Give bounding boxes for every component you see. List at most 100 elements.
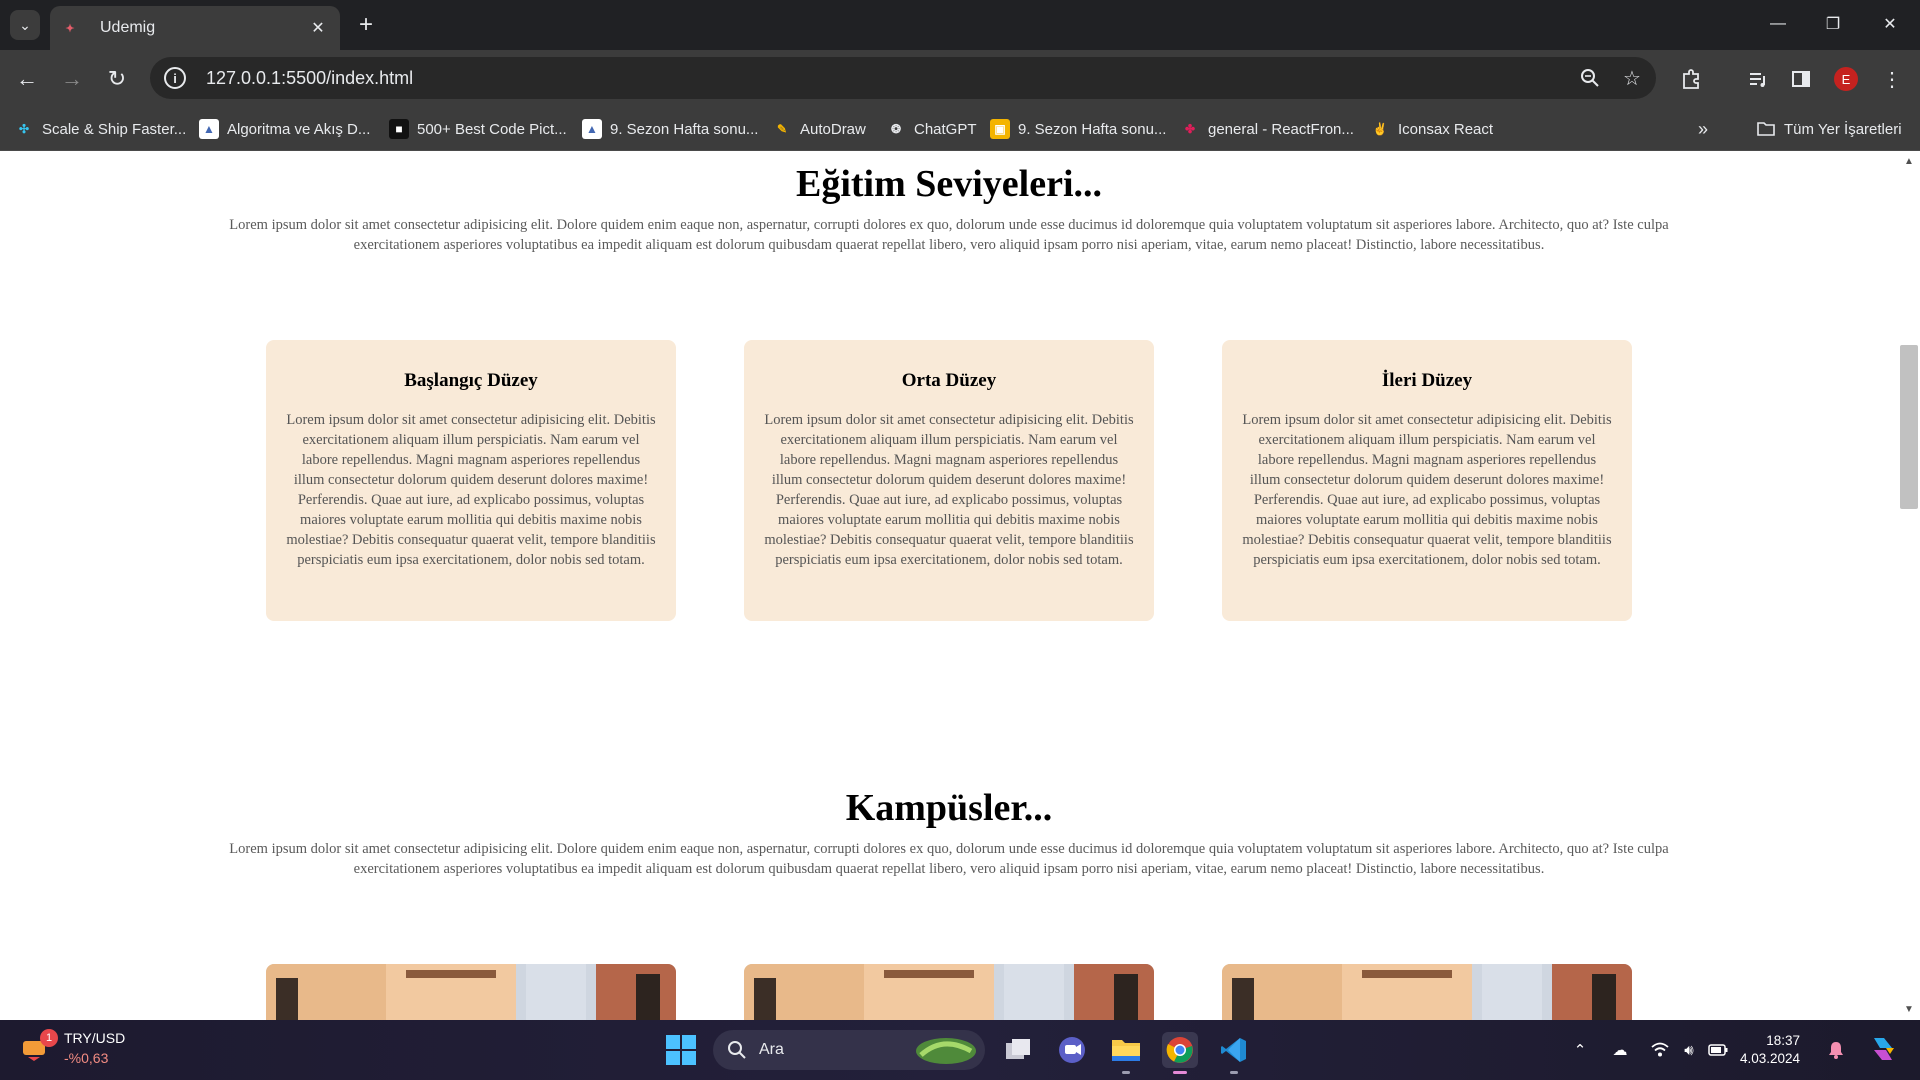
- all-bookmarks-folder[interactable]: Tüm Yer İşaretleri: [1756, 117, 1902, 141]
- search-icon: [728, 1041, 746, 1059]
- autodraw-icon: ✎: [776, 122, 788, 136]
- copilot-icon[interactable]: [1868, 1034, 1898, 1064]
- start-button[interactable]: [666, 1035, 696, 1065]
- scroll-down-icon[interactable]: ▼: [1904, 1004, 1914, 1015]
- wifi-icon[interactable]: [1650, 1040, 1670, 1060]
- file-explorer-icon[interactable]: [1108, 1032, 1144, 1074]
- bookmark-star-icon[interactable]: ☆: [1614, 60, 1650, 96]
- windows-logo-icon: [666, 1035, 696, 1065]
- taskbar-search[interactable]: Ara: [713, 1030, 985, 1070]
- side-panel-icon[interactable]: [1786, 64, 1816, 94]
- code-icon: ■: [389, 119, 409, 139]
- volume-icon[interactable]: 🔊︎: [1679, 1040, 1699, 1060]
- bookmark-label: AutoDraw: [800, 120, 866, 138]
- slack-like-icon: ✣: [18, 122, 30, 136]
- bookmark-item[interactable]: ▲ Algoritma ve Akış D...: [199, 117, 370, 141]
- search-highlight-image: [916, 1038, 976, 1064]
- bookmark-item[interactable]: ❂ ChatGPT: [886, 117, 977, 141]
- slack-icon: ✤: [1184, 122, 1196, 136]
- more-menu-icon[interactable]: ⋮: [1877, 64, 1907, 94]
- close-tab-icon[interactable]: ✕: [308, 18, 328, 38]
- chevron-up-icon[interactable]: ⌃: [1570, 1040, 1590, 1060]
- taskbar-clock[interactable]: 18:37 4.03.2024: [1740, 1032, 1800, 1068]
- level-card-advanced: İleri Düzey Lorem ipsum dolor sit amet c…: [1222, 340, 1632, 621]
- market-widget-icon: 1: [20, 1029, 58, 1063]
- campuses-title: Kampüsler...: [845, 787, 1053, 829]
- card-text: Lorem ipsum dolor sit amet consectetur a…: [286, 412, 656, 568]
- bookmark-label: ChatGPT: [914, 120, 977, 138]
- bookmark-label: Iconsax React: [1398, 120, 1494, 138]
- close-window-button[interactable]: ✕: [1870, 8, 1910, 40]
- taskbar: 1 TRY/USD -%0,63 Ara ⌃ ☁ 🔊︎ 18:37 4.03.2…: [0, 1020, 1920, 1080]
- bookmark-label: general - ReactFron...: [1208, 120, 1354, 138]
- udemig-favicon-icon: ✦: [65, 22, 75, 35]
- zoom-icon[interactable]: [1572, 60, 1608, 96]
- browser-tab[interactable]: ✦ Udemig ✕: [50, 6, 340, 50]
- campus-image: [266, 964, 676, 1020]
- bookmark-item[interactable]: ✣ Scale & Ship Faster...: [14, 117, 186, 141]
- bookmark-item[interactable]: ■ 500+ Best Code Pict...: [389, 117, 567, 141]
- address-url[interactable]: 127.0.0.1:5500/index.html: [206, 68, 1572, 89]
- bookmark-label: 9. Sezon Hafta sonu...: [610, 120, 759, 138]
- scroll-up-icon[interactable]: ▲: [1904, 156, 1914, 167]
- search-placeholder: Ara: [759, 1041, 784, 1058]
- media-controls-icon[interactable]: [1743, 64, 1773, 94]
- tab-title: Udemig: [100, 19, 156, 36]
- onedrive-cloud-icon[interactable]: ☁: [1610, 1040, 1630, 1060]
- bookmark-label: Algoritma ve Akış D...: [227, 120, 371, 138]
- bookmark-item[interactable]: ✤ general - ReactFron...: [1180, 117, 1354, 141]
- bookmark-label: Scale & Ship Faster...: [42, 120, 187, 138]
- clock-time: 18:37: [1766, 1033, 1801, 1048]
- level-card-intermediate: Orta Düzey Lorem ipsum dolor sit amet co…: [744, 340, 1154, 621]
- bookmark-item[interactable]: ✎ AutoDraw: [772, 117, 866, 141]
- forward-button[interactable]: →: [57, 64, 87, 94]
- more-bookmarks-icon[interactable]: »: [1698, 117, 1708, 141]
- card-text: Lorem ipsum dolor sit amet consectetur a…: [764, 412, 1134, 568]
- site-info-icon[interactable]: i: [164, 67, 186, 89]
- card-text: Lorem ipsum dolor sit amet consectetur a…: [1242, 412, 1612, 568]
- chatgpt-icon: ❂: [890, 122, 902, 136]
- bookmark-label: 500+ Best Code Pict...: [417, 120, 567, 138]
- hand-icon: ✌: [1372, 122, 1388, 136]
- bookmark-item[interactable]: ▣ 9. Sezon Hafta sonu...: [990, 117, 1166, 141]
- page-viewport: Eğitim Seviyeleri... Lorem ipsum dolor s…: [0, 152, 1898, 1020]
- doc-icon: ▲: [199, 119, 219, 139]
- levels-description: Lorem ipsum dolor sit amet consectetur a…: [229, 217, 1669, 253]
- back-button[interactable]: ←: [12, 64, 42, 94]
- vscode-icon[interactable]: [1216, 1032, 1252, 1074]
- level-card-beginner: Başlangıç Düzey Lorem ipsum dolor sit am…: [266, 340, 676, 621]
- card-title: Orta Düzey: [901, 370, 997, 391]
- task-view-icon[interactable]: [1000, 1032, 1036, 1068]
- chrome-icon[interactable]: [1162, 1032, 1198, 1074]
- battery-icon[interactable]: [1708, 1040, 1728, 1060]
- currency-pair: TRY/USD: [64, 1030, 126, 1046]
- scroll-thumb[interactable]: [1900, 345, 1918, 509]
- reload-button[interactable]: ↻: [102, 64, 132, 94]
- extensions-icon[interactable]: [1676, 64, 1706, 94]
- card-title: İleri Düzey: [1381, 370, 1473, 391]
- clock-date: 4.03.2024: [1740, 1051, 1801, 1066]
- campuses-description: Lorem ipsum dolor sit amet consectetur a…: [229, 841, 1669, 877]
- campus-image: [744, 964, 1154, 1020]
- doc-icon: ▲: [582, 119, 602, 139]
- notification-bell-icon[interactable]: [1826, 1040, 1846, 1060]
- minimize-button[interactable]: —: [1758, 8, 1798, 40]
- bookmark-item[interactable]: ▲ 9. Sezon Hafta sonu...: [582, 117, 758, 141]
- currency-change: -%0,63: [64, 1050, 109, 1066]
- page-scrollbar[interactable]: ▲ ▼: [1898, 152, 1920, 1020]
- bookmark-label: 9. Sezon Hafta sonu...: [1018, 120, 1167, 138]
- slides-icon: ▣: [990, 119, 1010, 139]
- address-bar[interactable]: i 127.0.0.1:5500/index.html ☆: [150, 57, 1656, 99]
- new-tab-button[interactable]: +: [352, 10, 380, 40]
- notification-badge: 1: [40, 1029, 58, 1047]
- restore-button[interactable]: ❐: [1813, 8, 1853, 40]
- teams-chat-icon[interactable]: [1054, 1032, 1090, 1068]
- tab-search-button[interactable]: ⌄: [10, 10, 40, 40]
- browser-toolbar: ← → ↻ i 127.0.0.1:5500/index.html ☆ E ⋮: [0, 50, 1920, 107]
- all-bookmarks-label: Tüm Yer İşaretleri: [1784, 120, 1902, 138]
- profile-avatar[interactable]: E: [1834, 67, 1858, 91]
- bookmark-item[interactable]: ✌ Iconsax React: [1370, 117, 1494, 141]
- campus-image: [1222, 964, 1632, 1020]
- widgets-button[interactable]: 1 TRY/USD -%0,63: [20, 1029, 126, 1066]
- card-title: Başlangıç Düzey: [404, 370, 538, 391]
